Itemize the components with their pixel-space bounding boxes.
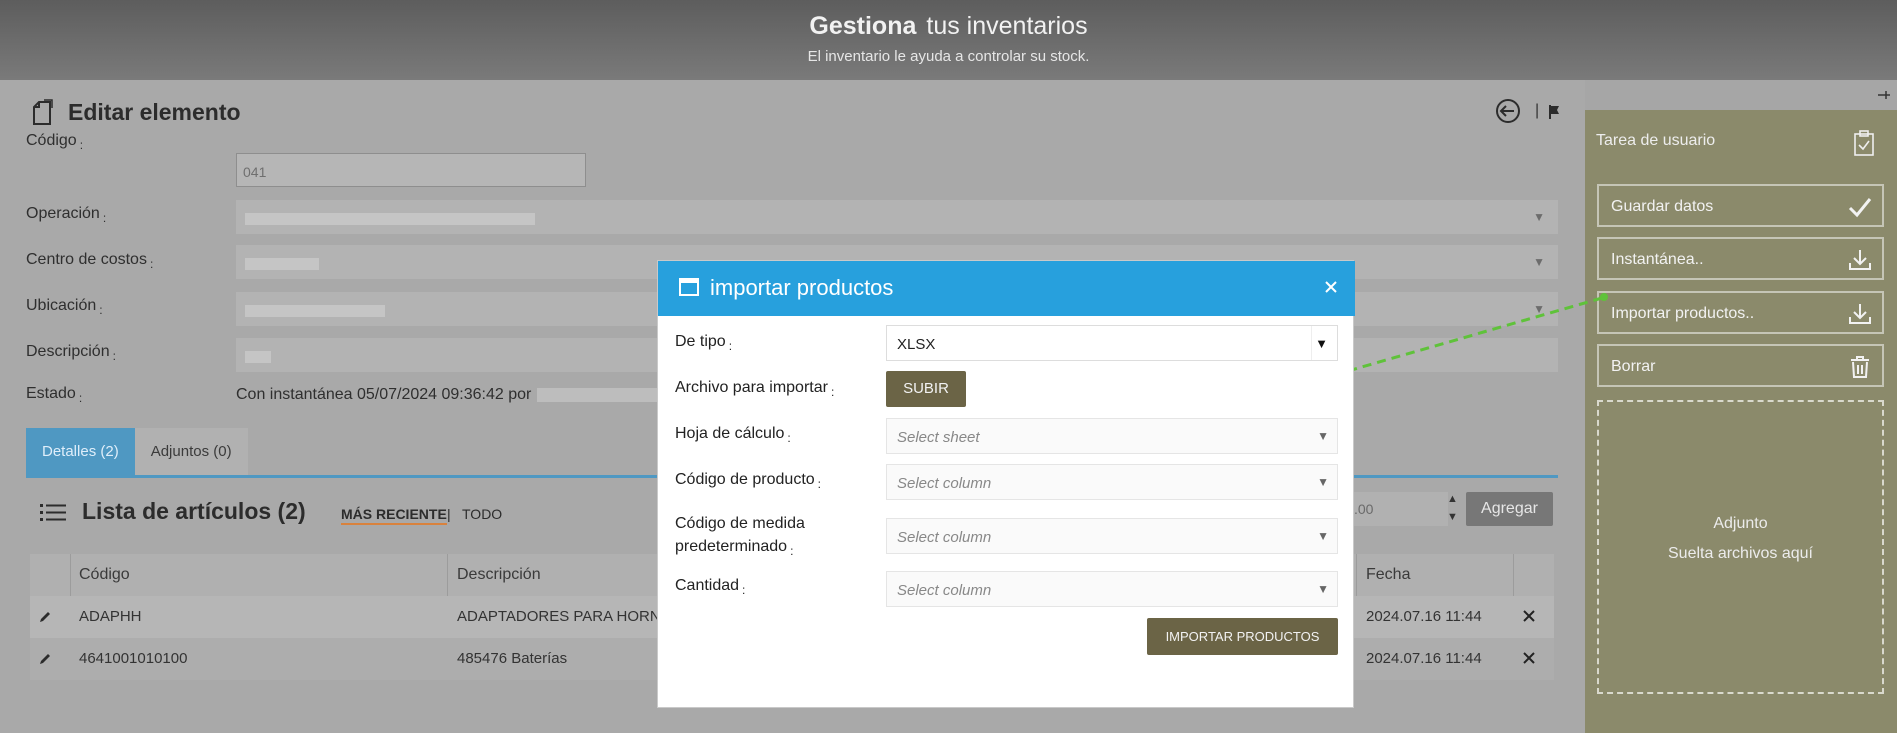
add-button[interactable]: Agregar <box>1466 492 1553 526</box>
app-title-bold: Gestiona <box>809 12 917 40</box>
codigo-field[interactable]: 041 <box>236 153 586 187</box>
label-centro-costos: Centro de costos: <box>26 251 154 271</box>
tab-detalles[interactable]: Detalles (2) <box>26 428 135 476</box>
pencil-icon[interactable] <box>38 610 52 624</box>
type-value: XLSX <box>897 336 936 353</box>
page-title: Editar elemento <box>28 98 241 126</box>
download-icon <box>1849 250 1871 270</box>
cell-descripcion: ADAPTADORES PARA HORNE <box>457 608 671 625</box>
type-select[interactable]: XLSX ▼ <box>886 325 1338 361</box>
flag-icon[interactable] <box>1547 104 1563 120</box>
upload-button[interactable]: SUBIR <box>886 371 966 407</box>
import-products-dialog: importar productos De tipo: XLSX ▼ Archi… <box>657 260 1355 708</box>
header-fecha: Fecha <box>1366 566 1411 583</box>
measure-code-select[interactable]: Select column ▼ <box>886 518 1338 554</box>
chevron-down-icon: ▼ <box>1317 529 1329 543</box>
pencil-icon[interactable] <box>38 652 52 666</box>
label-hoja: Hoja de cálculo: <box>675 425 791 445</box>
label-archivo: Archivo para importar: <box>675 379 835 399</box>
user-task-panel: Tarea de usuario Guardar datos Instantán… <box>1585 80 1897 733</box>
label-estado: Estado: <box>26 385 83 405</box>
dialog-title: importar productos <box>710 275 894 300</box>
checkmark-icon <box>1848 198 1872 218</box>
label-ubicacion: Ubicación: <box>26 297 103 317</box>
header-descripcion: Descripción <box>457 566 541 583</box>
column-placeholder: Select column <box>897 475 992 492</box>
task-title: Tarea de usuario <box>1596 132 1716 149</box>
attachment-dropzone[interactable]: Adjunto Suelta archivos aquí <box>1597 400 1884 694</box>
stepper-up-icon[interactable]: ▲ <box>1447 490 1461 508</box>
label-codigo: Código: <box>26 132 84 152</box>
cell-descripcion: 485476 Baterías <box>457 650 568 667</box>
stepper-down-icon[interactable]: ▼ <box>1447 508 1461 526</box>
delete-button[interactable]: Borrar <box>1597 344 1884 387</box>
save-data-label: Guardar datos <box>1611 198 1714 215</box>
product-code-select[interactable]: Select column ▼ <box>886 464 1338 500</box>
label-descripcion: Descripción: <box>26 343 116 363</box>
label-operacion: Operación: <box>26 205 107 225</box>
quantity-value: .00 <box>1354 501 1374 517</box>
dropzone-hint: Suelta archivos aquí <box>1668 545 1813 562</box>
app-header: Gestiona tus inventarios El inventario le… <box>0 0 1897 80</box>
import-products-label: Importar productos.. <box>1611 305 1755 322</box>
close-icon[interactable] <box>1323 279 1339 295</box>
estado-value: Con instantánea 05/07/2024 09:36:42 por <box>236 386 658 404</box>
trash-icon <box>1851 356 1869 378</box>
app-title-rest: tus inventarios <box>926 12 1088 40</box>
dialog-header: importar productos <box>658 261 1355 316</box>
page-title-text: Editar elemento <box>68 98 241 125</box>
tab-adjuntos[interactable]: Adjuntos (0) <box>134 428 248 476</box>
import-products-submit-button[interactable]: IMPORTAR PRODUCTOS <box>1147 618 1338 655</box>
app-title: Gestiona tus inventarios <box>0 12 1897 41</box>
codigo-value: 041 <box>243 164 267 180</box>
cell-fecha: 2024.07.16 11:44 <box>1366 608 1482 625</box>
delete-row-icon[interactable] <box>1521 608 1537 624</box>
download-icon <box>1849 304 1871 324</box>
cell-codigo: 4641001010100 <box>79 650 188 667</box>
list-icon <box>40 503 66 521</box>
column-placeholder: Select column <box>897 582 992 599</box>
operacion-select[interactable]: ▼ <box>236 200 1558 234</box>
quantity-stepper[interactable]: ▲ ▼ <box>1447 490 1461 526</box>
list-title: Lista de artículos (2) <box>40 498 306 525</box>
label-codigo-medida: Código de medida predeterminado: <box>675 515 805 558</box>
cell-fecha: 2024.07.16 11:44 <box>1366 650 1482 667</box>
sheet-select[interactable]: Select sheet ▼ <box>886 418 1338 454</box>
app-subtitle: El inventario le ayuda a controlar su st… <box>807 48 1090 65</box>
back-arrow-icon[interactable] <box>1495 98 1521 124</box>
chevron-down-icon: ▼ <box>1533 210 1545 224</box>
label-tipo: De tipo: <box>675 333 733 353</box>
label-cantidad: Cantidad: <box>675 577 746 597</box>
delete-row-icon[interactable] <box>1521 650 1537 666</box>
cell-codigo: ADAPHH <box>79 608 142 625</box>
clipboard-check-icon <box>1854 130 1874 156</box>
save-data-button[interactable]: Guardar datos <box>1597 184 1884 227</box>
filter-recent[interactable]: MÁS RECIENTE <box>341 506 447 525</box>
panel-topbar <box>1585 80 1897 110</box>
tab-bar: Detalles (2) Adjuntos (0) <box>26 428 248 476</box>
snapshot-button[interactable]: Instantánea.. <box>1597 237 1884 280</box>
chevron-down-icon: ▼ <box>1317 582 1329 596</box>
edit-document-icon <box>33 99 53 125</box>
snapshot-label: Instantánea.. <box>1611 251 1704 268</box>
toolbar-separator: | <box>1535 102 1540 119</box>
filter-all[interactable]: TODO <box>462 506 502 522</box>
window-icon <box>679 278 699 296</box>
chevron-down-icon: ▼ <box>1533 255 1545 269</box>
pin-icon[interactable] <box>1877 88 1891 102</box>
label-codigo-producto: Código de producto: <box>675 471 821 491</box>
chevron-down-icon: ▼ <box>1315 336 1328 351</box>
chevron-down-icon: ▼ <box>1317 429 1329 443</box>
import-products-button[interactable]: Importar productos.. <box>1597 291 1884 334</box>
header-codigo: Código <box>79 566 130 583</box>
dropzone-title: Adjunto <box>1713 515 1768 532</box>
list-title-text: Lista de artículos (2) <box>82 498 306 524</box>
column-placeholder: Select column <box>897 529 992 546</box>
quantity-column-select[interactable]: Select column ▼ <box>886 571 1338 607</box>
sheet-placeholder: Select sheet <box>897 429 980 446</box>
chevron-down-icon: ▼ <box>1317 475 1329 489</box>
filter-separator: | <box>447 506 451 522</box>
